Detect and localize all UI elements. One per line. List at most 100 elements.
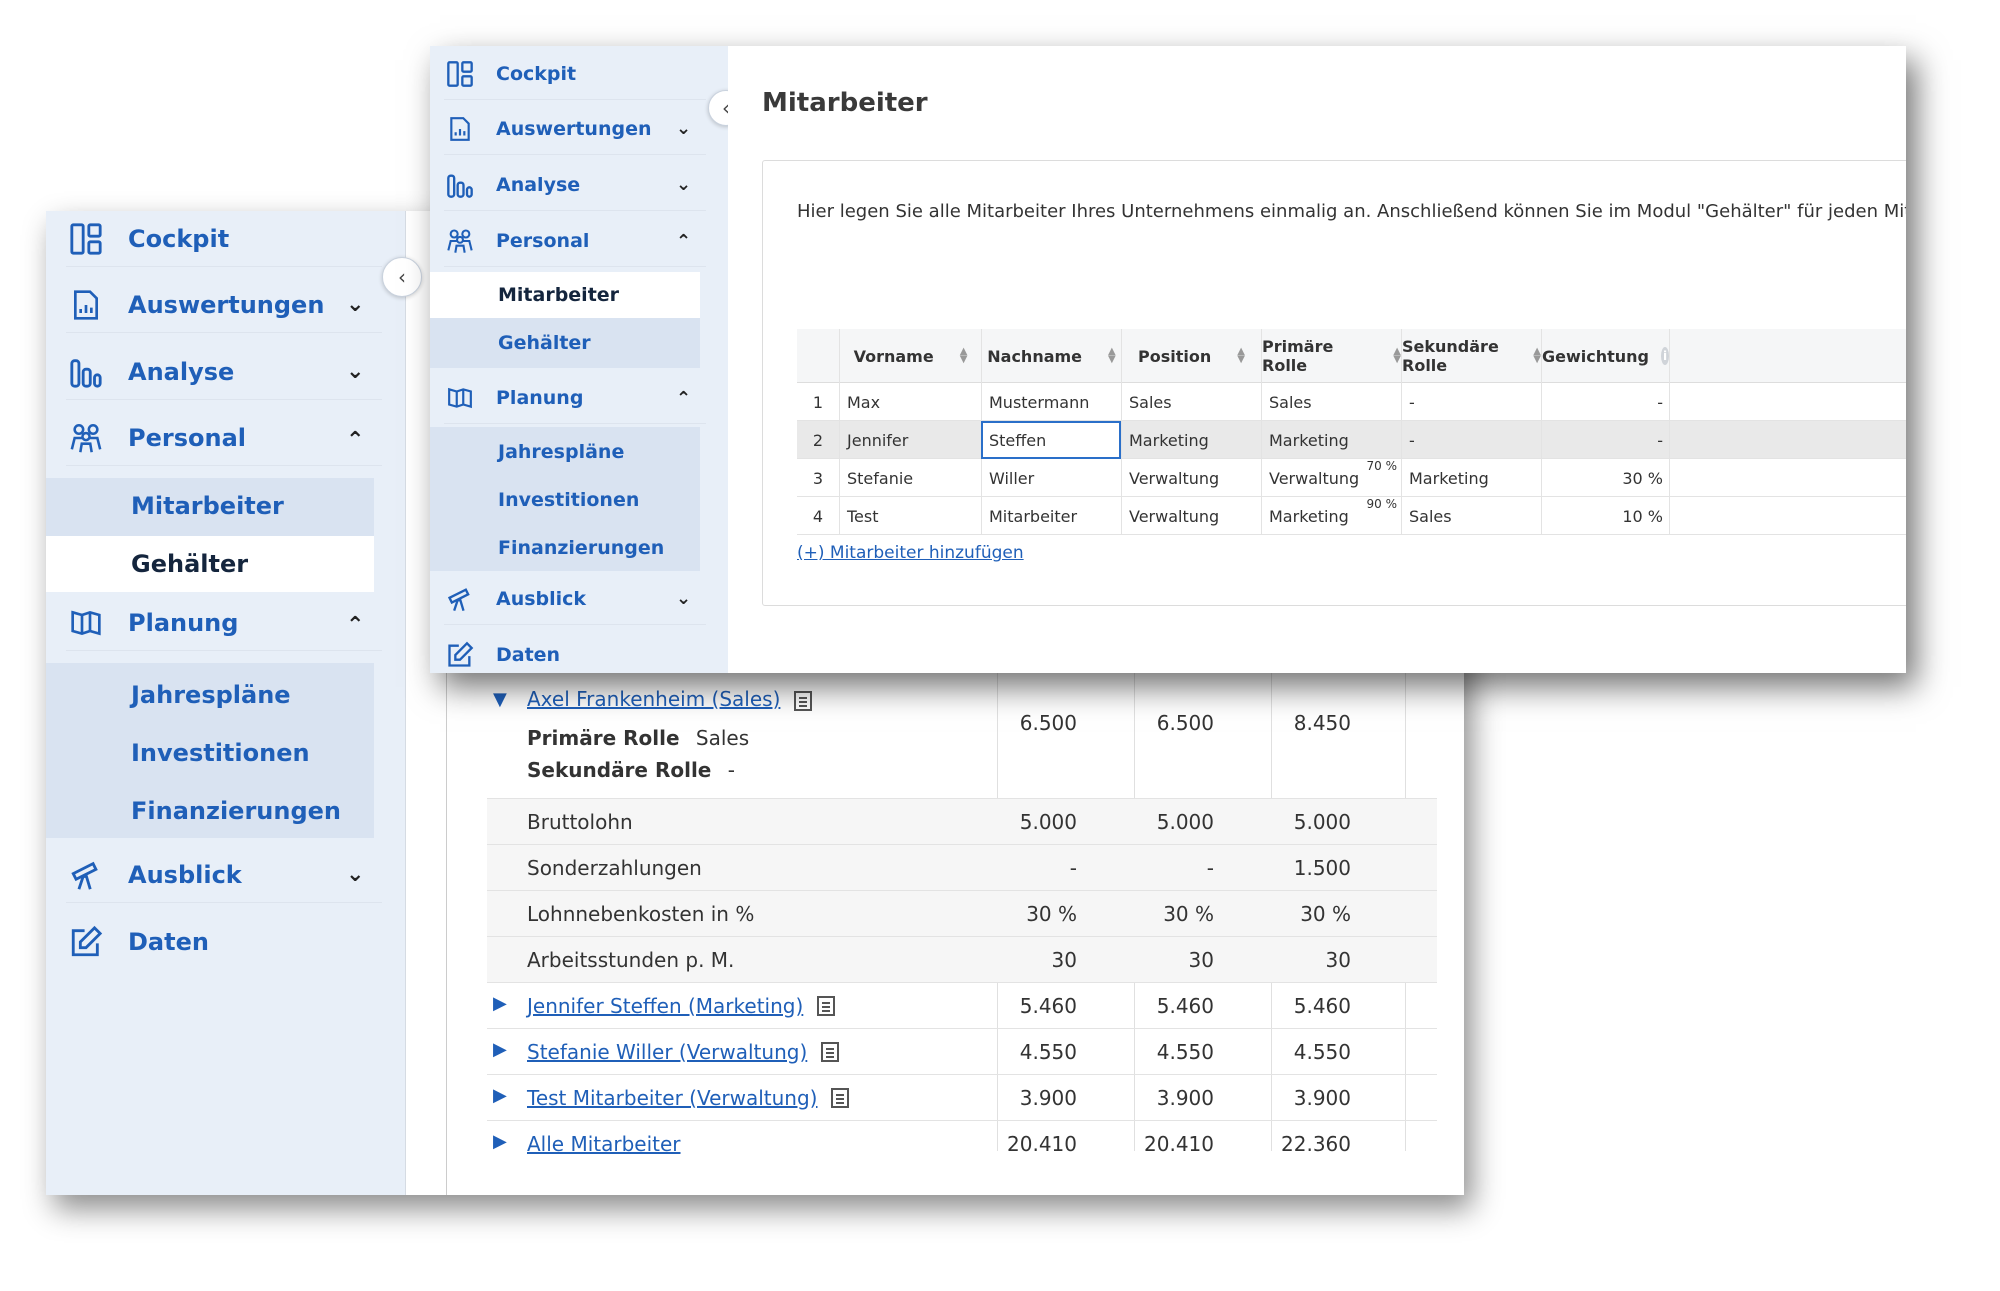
employee-link[interactable]: Jennifer Steffen (Marketing) bbox=[527, 994, 803, 1018]
employee-link[interactable]: Test Mitarbeiter (Verwaltung) bbox=[527, 1086, 817, 1110]
primary-weight: 70 % bbox=[1366, 459, 1398, 473]
header-sekundaere-rolle[interactable]: Sekundäre Rolle ▲ ▼ bbox=[1401, 329, 1541, 383]
sort-icon[interactable]: ▲ ▼ bbox=[960, 347, 968, 365]
nav-personal[interactable]: Personal ⌃ bbox=[66, 410, 382, 466]
cell-gewichtung[interactable]: - bbox=[1541, 383, 1669, 421]
cell-sekundaere-rolle[interactable]: Marketing bbox=[1401, 459, 1541, 497]
expand-triangle-icon[interactable]: ▶ bbox=[493, 1085, 507, 1106]
sort-icon[interactable]: ▲ ▼ bbox=[1108, 347, 1116, 365]
nav-cockpit[interactable]: Cockpit bbox=[444, 48, 706, 100]
table-row[interactable]: 1 Max Mustermann Sales Sales - - bbox=[797, 383, 1906, 421]
nav-label: Cockpit bbox=[496, 62, 577, 85]
details-icon[interactable] bbox=[817, 995, 836, 1016]
sort-icon[interactable]: ▲ ▼ bbox=[1237, 347, 1245, 365]
header-gewichtung: Gewichtung i bbox=[1541, 329, 1669, 383]
header-position[interactable]: Position ▲ ▼ bbox=[1121, 329, 1261, 383]
sub-finanzierungen[interactable]: Finanzierungen bbox=[46, 783, 374, 839]
value-cell: 30 % bbox=[1300, 901, 1351, 926]
sub-investitionen[interactable]: Investitionen bbox=[430, 477, 700, 523]
nav-daten[interactable]: Daten bbox=[66, 914, 382, 970]
sub-gehaelter[interactable]: Gehälter bbox=[46, 536, 374, 592]
value-cell: - bbox=[1206, 855, 1214, 880]
people-icon bbox=[66, 418, 106, 458]
value-cell: 5.460 bbox=[1156, 993, 1214, 1018]
value-cell: - bbox=[1069, 855, 1077, 880]
sub-finanzierungen[interactable]: Finanzierungen bbox=[430, 525, 700, 571]
nav-auswertungen[interactable]: Auswertungen ⌄ bbox=[444, 103, 706, 155]
table-row[interactable]: 4 Test Mitarbeiter Verwaltung Marketing 9… bbox=[797, 497, 1906, 535]
details-icon[interactable] bbox=[794, 690, 813, 711]
nav-auswertungen[interactable]: Auswertungen ⌄ bbox=[66, 277, 382, 333]
add-employee-link[interactable]: (+) Mitarbeiter hinzufügen bbox=[797, 543, 1024, 563]
sort-icon[interactable]: ▲ ▼ bbox=[1533, 347, 1541, 365]
cell-primaere-rolle[interactable]: Marketing bbox=[1261, 421, 1401, 459]
header-primaere-rolle[interactable]: Primäre Rolle ▲ ▼ bbox=[1261, 329, 1401, 383]
sub-mitarbeiter[interactable]: Mitarbeiter bbox=[46, 478, 374, 534]
employee-row[interactable]: ▶ Jennifer Steffen (Marketing) 5.460 5.4… bbox=[487, 983, 1437, 1029]
details-icon[interactable] bbox=[831, 1087, 850, 1108]
cell-vorname[interactable]: Test bbox=[839, 497, 981, 535]
employee-row-expanded[interactable]: ▼ Axel Frankenheim (Sales) Primäre Rolle… bbox=[487, 681, 1437, 799]
employee-row[interactable]: ▶ Stefanie Willer (Verwaltung) 4.550 4.5… bbox=[487, 1029, 1437, 1075]
sub-mitarbeiter[interactable]: Mitarbeiter bbox=[430, 272, 700, 318]
cell-position[interactable]: Sales bbox=[1121, 383, 1261, 421]
cell-sekundaere-rolle[interactable]: Sales bbox=[1401, 497, 1541, 535]
collapse-triangle-icon[interactable]: ▼ bbox=[493, 689, 507, 710]
cell-gewichtung[interactable]: 30 % bbox=[1541, 459, 1669, 497]
nav-planung[interactable]: Planung ⌃ bbox=[66, 595, 382, 651]
sort-icon[interactable]: ▲ ▼ bbox=[1393, 347, 1401, 365]
info-icon[interactable]: i bbox=[1661, 347, 1669, 365]
cell-vorname[interactable]: Stefanie bbox=[839, 459, 981, 497]
nav-ausblick[interactable]: Ausblick ⌄ bbox=[444, 573, 706, 625]
cell-primaere-rolle[interactable]: Marketing 90 % bbox=[1261, 497, 1401, 535]
table-row[interactable]: 2 Jennifer Steffen Marketing Marketing -… bbox=[797, 421, 1906, 459]
sub-jahresplaene[interactable]: Jahrespläne bbox=[430, 429, 700, 475]
chevron-up-icon: ⌃ bbox=[676, 231, 692, 252]
cell-nachname[interactable]: Mustermann bbox=[981, 383, 1121, 421]
cell-gewichtung[interactable]: - bbox=[1541, 421, 1669, 459]
sub-investitionen[interactable]: Investitionen bbox=[46, 725, 374, 781]
cell-nachname[interactable]: Willer bbox=[981, 459, 1121, 497]
header-label: Nachname bbox=[987, 346, 1083, 366]
cell-position[interactable]: Verwaltung bbox=[1121, 497, 1261, 535]
expand-triangle-icon[interactable]: ▶ bbox=[493, 1039, 507, 1060]
nav-label: Daten bbox=[128, 928, 209, 956]
header-label: Position bbox=[1138, 346, 1212, 366]
header-vorname[interactable]: Vorname ▲ ▼ bbox=[839, 329, 981, 383]
cell-gewichtung[interactable]: 10 % bbox=[1541, 497, 1669, 535]
table-row[interactable]: 3 Stefanie Willer Verwaltung Verwaltung 7… bbox=[797, 459, 1906, 497]
nav-daten[interactable]: Daten bbox=[444, 629, 706, 673]
cell-vorname[interactable]: Max bbox=[839, 383, 981, 421]
nav-analyse[interactable]: Analyse ⌄ bbox=[66, 344, 382, 400]
telescope-icon bbox=[444, 583, 476, 615]
expand-triangle-icon[interactable]: ▶ bbox=[493, 1131, 507, 1152]
employee-link[interactable]: Stefanie Willer (Verwaltung) bbox=[527, 1040, 807, 1064]
cell-nachname-editing[interactable]: Steffen bbox=[981, 421, 1121, 459]
cell-position[interactable]: Verwaltung bbox=[1121, 459, 1261, 497]
employee-link[interactable]: Axel Frankenheim (Sales) bbox=[527, 687, 780, 711]
header-label: Gewichtung bbox=[1542, 346, 1650, 366]
nav-ausblick[interactable]: Ausblick ⌄ bbox=[66, 847, 382, 903]
cell-position[interactable]: Marketing bbox=[1121, 421, 1261, 459]
header-nachname[interactable]: Nachname ▲ ▼ bbox=[981, 329, 1121, 383]
edit-icon bbox=[66, 922, 106, 962]
total-row[interactable]: ▶ Alle Mitarbeiter 20.410 20.410 22.360 bbox=[487, 1121, 1437, 1167]
cell-sekundaere-rolle[interactable]: - bbox=[1401, 383, 1541, 421]
nav-cockpit[interactable]: Cockpit bbox=[66, 211, 382, 267]
all-employees-link[interactable]: Alle Mitarbeiter bbox=[527, 1132, 681, 1156]
cell-vorname[interactable]: Jennifer bbox=[839, 421, 981, 459]
cell-primaere-rolle[interactable]: Sales bbox=[1261, 383, 1401, 421]
sub-jahresplaene[interactable]: Jahrespläne bbox=[46, 667, 374, 723]
details-icon[interactable] bbox=[821, 1041, 840, 1062]
nav-personal[interactable]: Personal ⌃ bbox=[444, 215, 706, 267]
collapse-sidebar-button[interactable]: ‹ bbox=[382, 257, 422, 297]
cell-primaere-rolle[interactable]: Verwaltung 70 % bbox=[1261, 459, 1401, 497]
nav-planung[interactable]: Planung ⌃ bbox=[444, 372, 706, 424]
nav-analyse[interactable]: Analyse ⌄ bbox=[444, 159, 706, 211]
sub-gehaelter[interactable]: Gehälter bbox=[430, 320, 700, 366]
expand-triangle-icon[interactable]: ▶ bbox=[493, 993, 507, 1014]
employee-row[interactable]: ▶ Test Mitarbeiter (Verwaltung) 3.900 3.… bbox=[487, 1075, 1437, 1121]
value-cell: 8.450 bbox=[1293, 711, 1351, 735]
cell-nachname[interactable]: Mitarbeiter bbox=[981, 497, 1121, 535]
cell-sekundaere-rolle[interactable]: - bbox=[1401, 421, 1541, 459]
